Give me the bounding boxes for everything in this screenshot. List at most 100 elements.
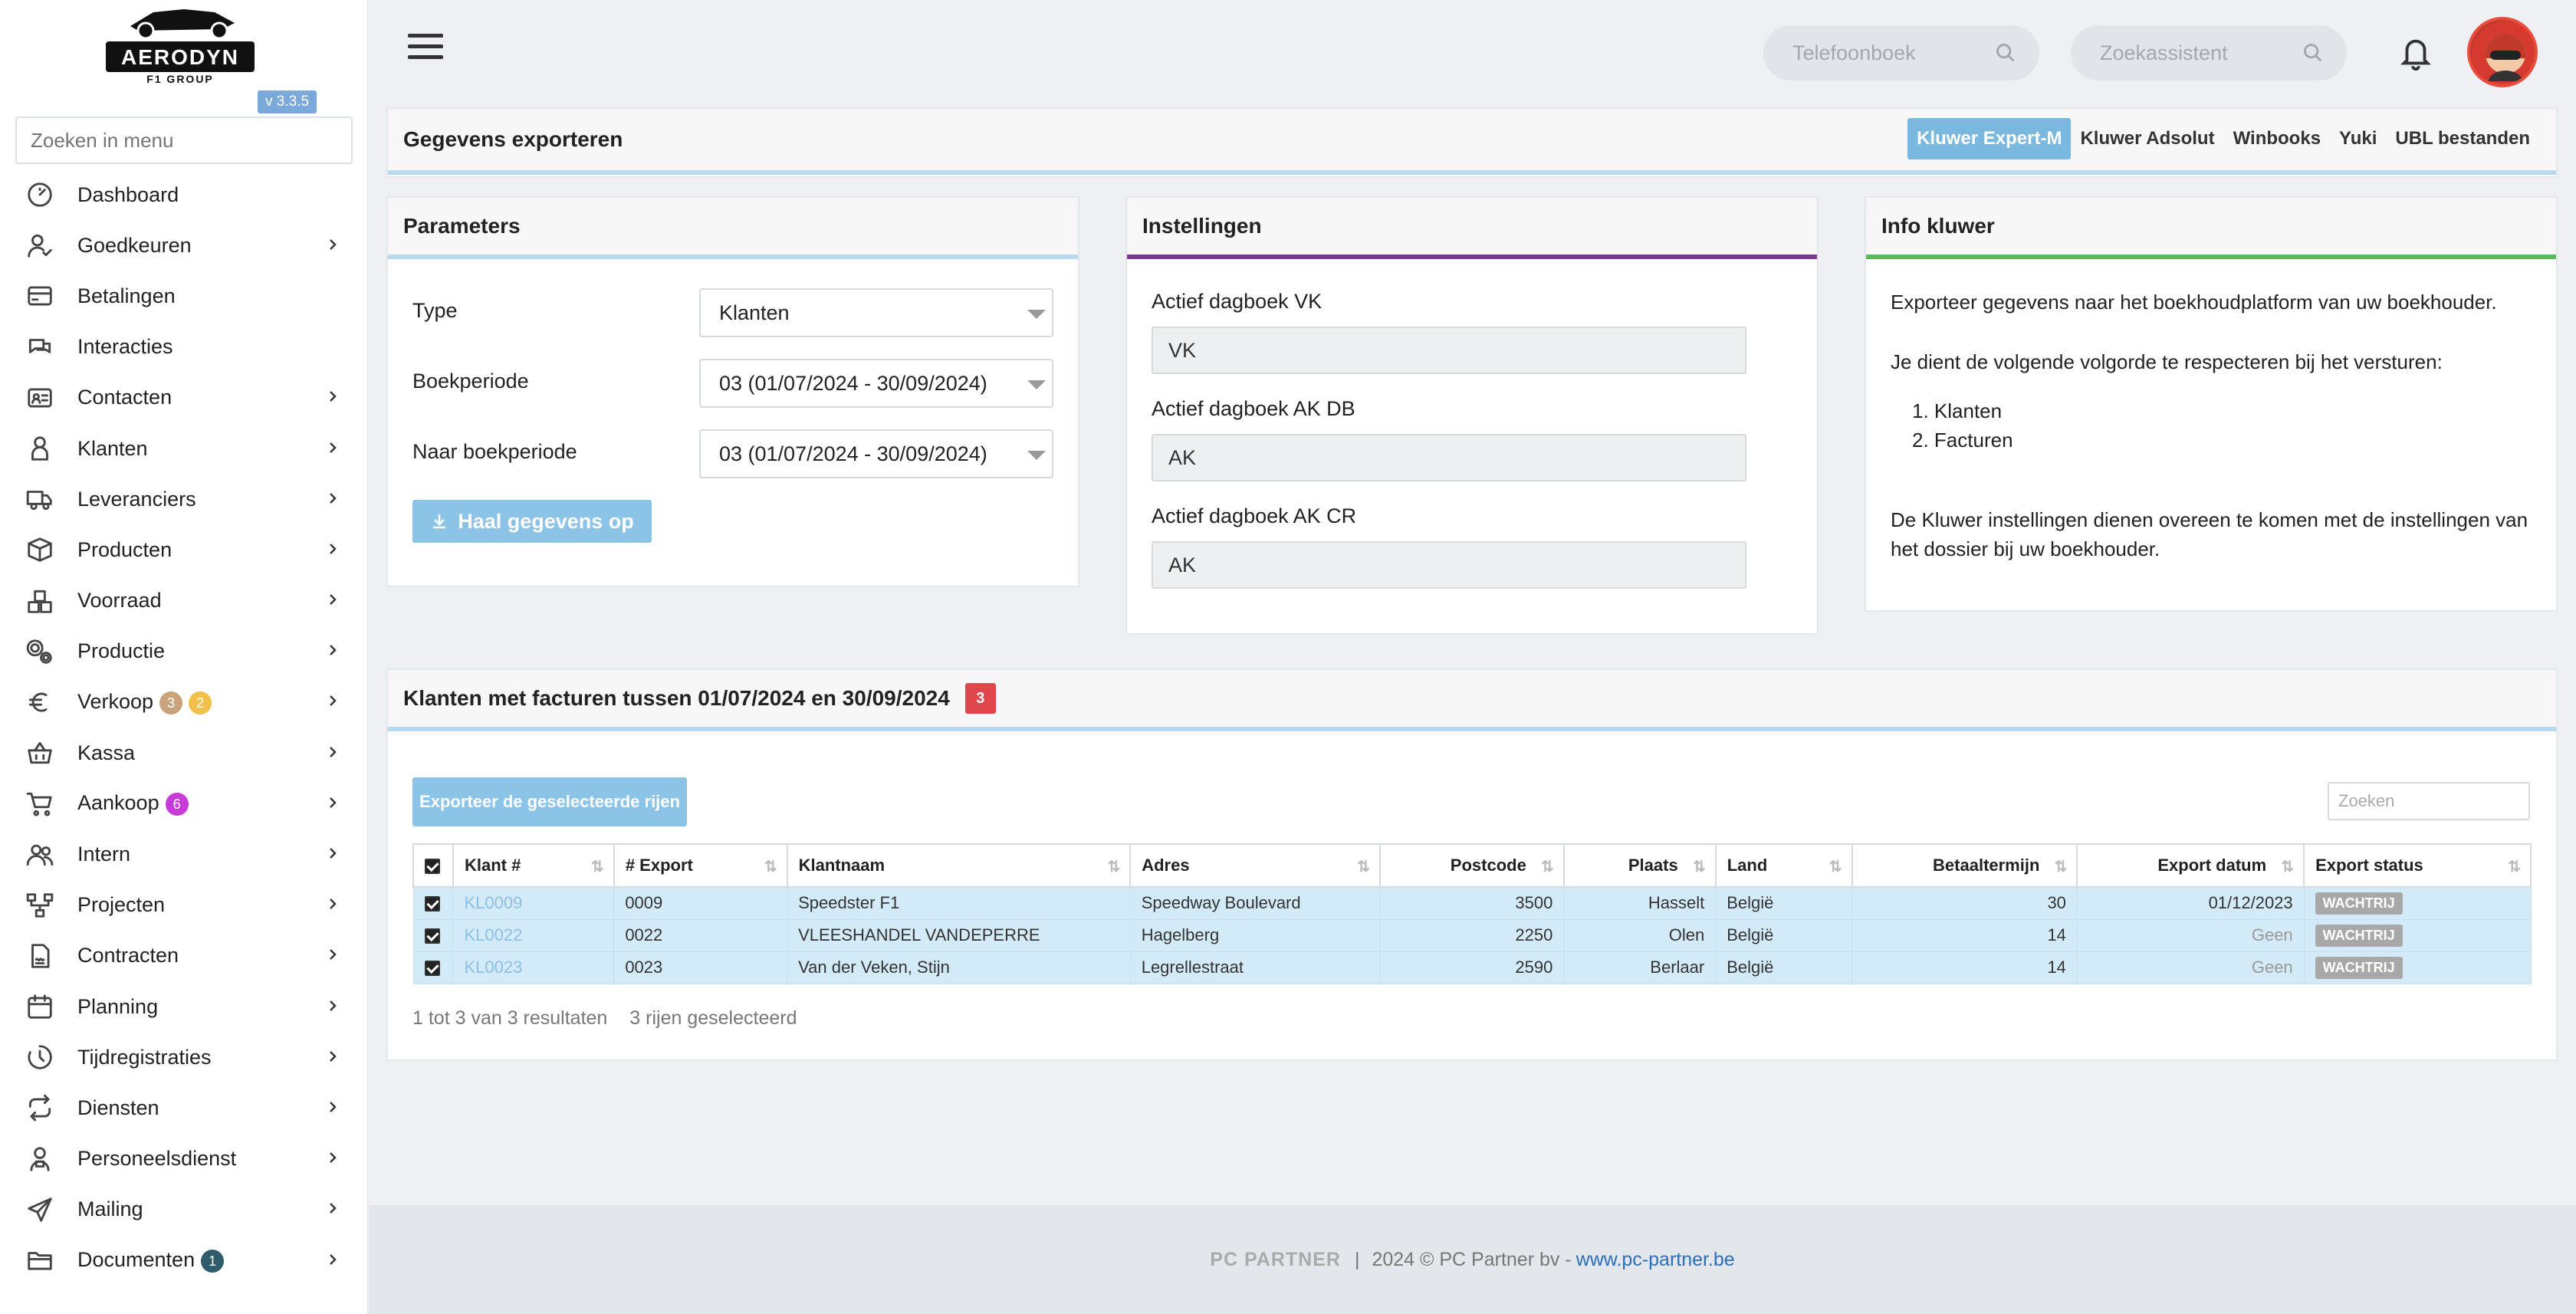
footer-link[interactable]: www.pc-partner.be	[1576, 1249, 1735, 1271]
to-period-select[interactable]: 03 (01/07/2024 - 30/09/2024)	[699, 429, 1053, 478]
column-header[interactable]: Klant # ⇅	[452, 843, 615, 888]
sort-icon[interactable]: ⇅	[1541, 857, 1554, 876]
tab-yuki[interactable]: Yuki	[2330, 118, 2386, 159]
sidebar-item-personeelsdienst[interactable]: Personeelsdienst	[0, 1134, 368, 1184]
column-header[interactable]: Klantnaam ⇅	[786, 843, 1132, 888]
akcr-input[interactable]: AK	[1152, 541, 1746, 589]
search-icon[interactable]	[2302, 42, 2324, 64]
parameters-panel: Parameters Type Klanten Boekperiode 03 (…	[386, 196, 1079, 587]
menu-count-badge: 6	[165, 793, 189, 816]
aerodyn-logo[interactable]: AERODYN F1 GROUP	[100, 3, 261, 86]
sort-icon[interactable]: ⇅	[1107, 857, 1120, 876]
select-all-checkbox[interactable]	[412, 843, 454, 888]
logo-text: AERODYN	[121, 45, 239, 69]
table-search-input[interactable]: Zoeken	[2328, 782, 2530, 820]
sidebar-item-label: Contracten	[77, 944, 179, 967]
chevron-right-icon	[325, 386, 340, 409]
sort-icon[interactable]: ⇅	[1829, 857, 1842, 876]
gears-icon	[25, 636, 55, 667]
row-checkbox[interactable]	[412, 886, 454, 920]
sidebar-item-voorraad[interactable]: Voorraad	[0, 576, 368, 626]
sidebar-item-contacten[interactable]: Contacten	[0, 373, 368, 423]
sidebar-item-producten[interactable]: Producten	[0, 524, 368, 575]
chevron-right-icon	[325, 843, 340, 866]
sidebar-item-documenten[interactable]: Documenten 1	[0, 1235, 368, 1286]
column-header[interactable]: Export status ⇅	[2303, 843, 2532, 888]
period-select[interactable]: 03 (01/07/2024 - 30/09/2024)	[699, 359, 1053, 408]
sidebar-item-tijdregistraties[interactable]: Tijdregistraties	[0, 1032, 368, 1082]
sidebar-item-verkoop[interactable]: Verkoop 3 2	[0, 677, 368, 728]
sidebar-item-label: Intern	[77, 843, 131, 866]
row-checkbox[interactable]	[412, 951, 454, 984]
sort-icon[interactable]: ⇅	[591, 857, 604, 876]
sort-icon[interactable]: ⇅	[2281, 857, 2294, 876]
notification-bell-icon[interactable]	[2398, 34, 2433, 72]
chevron-right-icon	[325, 792, 340, 816]
sidebar-item-projecten[interactable]: Projecten	[0, 880, 368, 931]
phonebook-search[interactable]: Telefoonboek	[1763, 25, 2039, 80]
sidebar-item-goedkeuren[interactable]: Goedkeuren	[0, 220, 368, 271]
version-badge: v 3.3.5	[258, 90, 317, 113]
sort-icon[interactable]: ⇅	[1693, 857, 1706, 876]
column-header[interactable]: Betaaltermijn ⇅	[1851, 843, 2078, 888]
dashboard-icon	[25, 179, 55, 210]
status-badge: WACHTRIJ	[2315, 924, 2403, 947]
sidebar-item-mailing[interactable]: Mailing	[0, 1184, 368, 1235]
tab-kluwer-expert-m[interactable]: Kluwer Expert-M	[1907, 118, 2072, 159]
sort-icon[interactable]: ⇅	[2508, 857, 2521, 876]
sidebar-item-intern[interactable]: Intern	[0, 829, 368, 879]
table-row[interactable]: KL0009 0009 Speedster F1 Speedway Boulevard…	[412, 886, 2532, 920]
menu-search-input[interactable]	[15, 117, 353, 164]
sidebar-item-label: Betalingen	[77, 284, 176, 307]
cell-klant[interactable]: KL0009	[452, 886, 615, 920]
sort-icon[interactable]: ⇅	[2055, 857, 2068, 876]
sidebar-item-contracten[interactable]: Contracten	[0, 931, 368, 981]
akdb-input[interactable]: AK	[1152, 434, 1746, 481]
column-header[interactable]: Plaats ⇅	[1562, 843, 1717, 888]
tab-ubl-bestanden[interactable]: UBL bestanden	[2386, 118, 2539, 159]
table-row[interactable]: KL0023 0023 Van der Veken, Stijn Legrellest…	[412, 951, 2532, 984]
assistant-search[interactable]: Zoekassistent	[2071, 25, 2347, 80]
type-select[interactable]: Klanten	[699, 288, 1053, 337]
truck-icon	[25, 484, 55, 514]
vk-input[interactable]: VK	[1152, 327, 1746, 374]
cell-naam: Van der Veken, Stijn	[787, 951, 1131, 984]
row-checkbox[interactable]	[412, 918, 454, 952]
sidebar-item-interacties[interactable]: Interacties	[0, 322, 368, 373]
project-icon	[25, 890, 55, 921]
checkbox-checked-icon	[424, 896, 440, 912]
cell-klant[interactable]: KL0023	[452, 951, 615, 984]
cell-klant[interactable]: KL0022	[452, 918, 615, 952]
cell-naam: Speedster F1	[787, 886, 1131, 920]
akcr-value: AK	[1168, 553, 1197, 577]
column-header[interactable]: Land ⇅	[1714, 843, 1853, 888]
column-header[interactable]: Export datum ⇅	[2076, 843, 2305, 888]
column-header[interactable]: # Export ⇅	[613, 843, 788, 888]
sidebar-item-productie[interactable]: Productie	[0, 626, 368, 677]
sidebar-item-label: Leveranciers	[77, 487, 196, 511]
sort-icon[interactable]: ⇅	[1357, 857, 1370, 876]
sidebar-item-label: Personeelsdienst	[77, 1147, 237, 1171]
fetch-data-button[interactable]: Haal gegevens op	[412, 500, 652, 543]
sort-icon[interactable]: ⇅	[764, 857, 777, 876]
table-row[interactable]: KL0022 0022 VLEESHANDEL VANDEPERRE Hagelber…	[412, 918, 2532, 952]
user-avatar[interactable]	[2467, 17, 2538, 87]
sidebar-item-klanten[interactable]: Klanten	[0, 423, 368, 474]
export-selected-button[interactable]: Exporteer de geselecteerde rijen	[412, 777, 687, 826]
sidebar-item-label: Kassa	[77, 741, 136, 764]
sidebar-item-leveranciers[interactable]: Leveranciers	[0, 474, 368, 524]
tab-winbooks[interactable]: Winbooks	[2224, 118, 2330, 159]
sidebar-item-planning[interactable]: Planning	[0, 981, 368, 1032]
parameters-title: Parameters	[403, 214, 521, 238]
tab-kluwer-adsolut[interactable]: Kluwer Adsolut	[2071, 118, 2223, 159]
sidebar-item-dashboard[interactable]: Dashboard	[0, 169, 368, 220]
sidebar-item-betalingen[interactable]: Betalingen	[0, 271, 368, 321]
sidebar-item-diensten[interactable]: Diensten	[0, 1082, 368, 1133]
sidebar-item-aankoop[interactable]: Aankoop 6	[0, 778, 368, 829]
sidebar-item-kassa[interactable]: Kassa	[0, 728, 368, 778]
chevron-right-icon	[325, 538, 340, 562]
search-icon[interactable]	[1995, 42, 2016, 64]
column-header[interactable]: Adres ⇅	[1129, 843, 1381, 888]
column-header[interactable]: Postcode ⇅	[1378, 843, 1565, 888]
hamburger-menu-icon[interactable]	[408, 34, 443, 64]
